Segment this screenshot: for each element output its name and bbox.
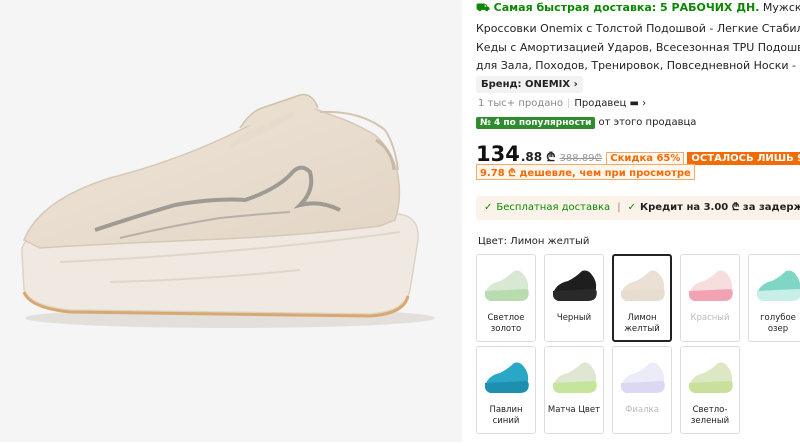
- popularity-text: от этого продавца: [598, 117, 697, 128]
- shoe-sole: [485, 289, 529, 301]
- color-swatch-shoe: [621, 362, 665, 393]
- color-option-label: голубое озер: [760, 313, 796, 334]
- check-icon: ✓: [627, 202, 636, 213]
- color-option[interactable]: Матча Цвет: [544, 346, 604, 434]
- price-cents: .88 ₾: [520, 150, 556, 164]
- popularity-row: № 4 по популярности от этого продавца: [476, 117, 696, 129]
- color-label: Цвет: Лимон желтый: [478, 236, 590, 247]
- color-option[interactable]: голубое озер: [748, 254, 800, 342]
- cheaper-badge: 9.78 ₾ дешевле, чем при просмотре: [476, 164, 695, 180]
- price-main: 134: [476, 142, 520, 166]
- product-title-part: Мужские Дышащ: [762, 1, 800, 14]
- color-option[interactable]: Фиалка: [612, 346, 672, 434]
- product-title-line: Кеды с Амортизацией Ударов, Всесезонная …: [476, 41, 800, 54]
- color-option-label: Красный: [690, 313, 730, 323]
- color-option-label: Фиалка: [625, 405, 659, 415]
- color-swatch-shoe: [757, 270, 800, 301]
- color-option[interactable]: Павлин синий: [476, 346, 536, 434]
- color-option[interactable]: Красный: [680, 254, 740, 342]
- color-option[interactable]: Светло-зеленый: [680, 346, 740, 434]
- seller-label: Продавец: [574, 98, 627, 109]
- delay-credit: Кредит на 3.00 ₾ за задержку: [639, 202, 800, 213]
- color-swatch-shoe: [553, 270, 597, 301]
- shoe-image: [21, 93, 435, 328]
- color-swatch-shoe: [485, 270, 529, 301]
- chevron-right-icon: ›: [642, 98, 647, 109]
- check-icon: ✓: [484, 202, 493, 213]
- color-option-label: Светлое золото: [487, 313, 525, 334]
- product-title-line: для Зала, Походов, Тренировок, Повседнев…: [476, 59, 800, 72]
- stock-badge: ОСТАЛОСЬ ЛИШЬ 9 ШТ.: [687, 152, 800, 165]
- title-line-1: ⛟ Самая быстрая доставка: 5 РАБОЧИХ ДН. …: [476, 1, 800, 16]
- product-title-line: Кроссовки Onemix с Толстой Подошвой - Ле…: [476, 22, 800, 35]
- truck-icon: ⛟: [476, 1, 494, 14]
- sales-meta: 1 тыс+ продано | Продавец ▬ ›: [478, 98, 647, 109]
- color-option[interactable]: Лимон желтый: [612, 254, 672, 342]
- shoe-sole: [757, 289, 800, 301]
- color-option-label: Черный: [556, 313, 592, 323]
- price-row: 134 .88 ₾ 388.89₾ Скидка 65% ОСТАЛОСЬ ЛИ…: [476, 142, 800, 166]
- color-swatch-shoe: [689, 270, 733, 301]
- free-shipping: Бесплатная доставка: [496, 202, 611, 213]
- color-option-label: Павлин синий: [489, 405, 523, 426]
- shoe-sole: [621, 289, 665, 301]
- shoe-sole: [553, 289, 597, 301]
- product-details: ⛟ Самая быстрая доставка: 5 РАБОЧИХ ДН. …: [476, 0, 800, 442]
- seller-link[interactable]: Продавец ▬ ›: [574, 98, 646, 109]
- sold-count: 1 тыс+ продано: [478, 98, 564, 109]
- shoe-sole: [689, 289, 733, 301]
- color-swatch-shoe: [553, 362, 597, 393]
- brand-link[interactable]: Бренд: ONEMIX ›: [476, 76, 583, 93]
- color-option-label: Матча Цвет: [547, 405, 601, 415]
- color-option-label: Лимон желтый: [624, 313, 660, 334]
- color-option-label: Светло-зеленый: [690, 405, 730, 426]
- delivery-note: Самая быстрая доставка: 5 РАБОЧИХ ДН.: [493, 1, 760, 14]
- shoe-sole: [621, 381, 665, 393]
- shoe-sole: [689, 381, 733, 393]
- brand-label: Бренд: ONEMIX: [481, 79, 571, 90]
- seller-logo-icon: ▬: [629, 98, 639, 109]
- color-option[interactable]: Черный: [544, 254, 604, 342]
- stock-text: ОСТАЛОСЬ ЛИШЬ 9 ШТ.: [691, 153, 800, 164]
- product-image[interactable]: [0, 0, 462, 442]
- shoe-sole: [485, 381, 529, 393]
- old-price: 388.89₾: [559, 153, 603, 164]
- chevron-right-icon: ›: [573, 79, 578, 90]
- shipping-box: ✓ Бесплатная доставка | ✓ Кредит на 3.00 ₾ з…: [476, 196, 800, 220]
- color-swatch-shoe: [485, 362, 529, 393]
- color-option[interactable]: Светлое золото: [476, 254, 536, 342]
- shoe-sole: [553, 381, 597, 393]
- color-swatch-shoe: [621, 270, 665, 301]
- color-swatch-shoe: [689, 362, 733, 393]
- popularity-badge: № 4 по популярности: [476, 117, 596, 129]
